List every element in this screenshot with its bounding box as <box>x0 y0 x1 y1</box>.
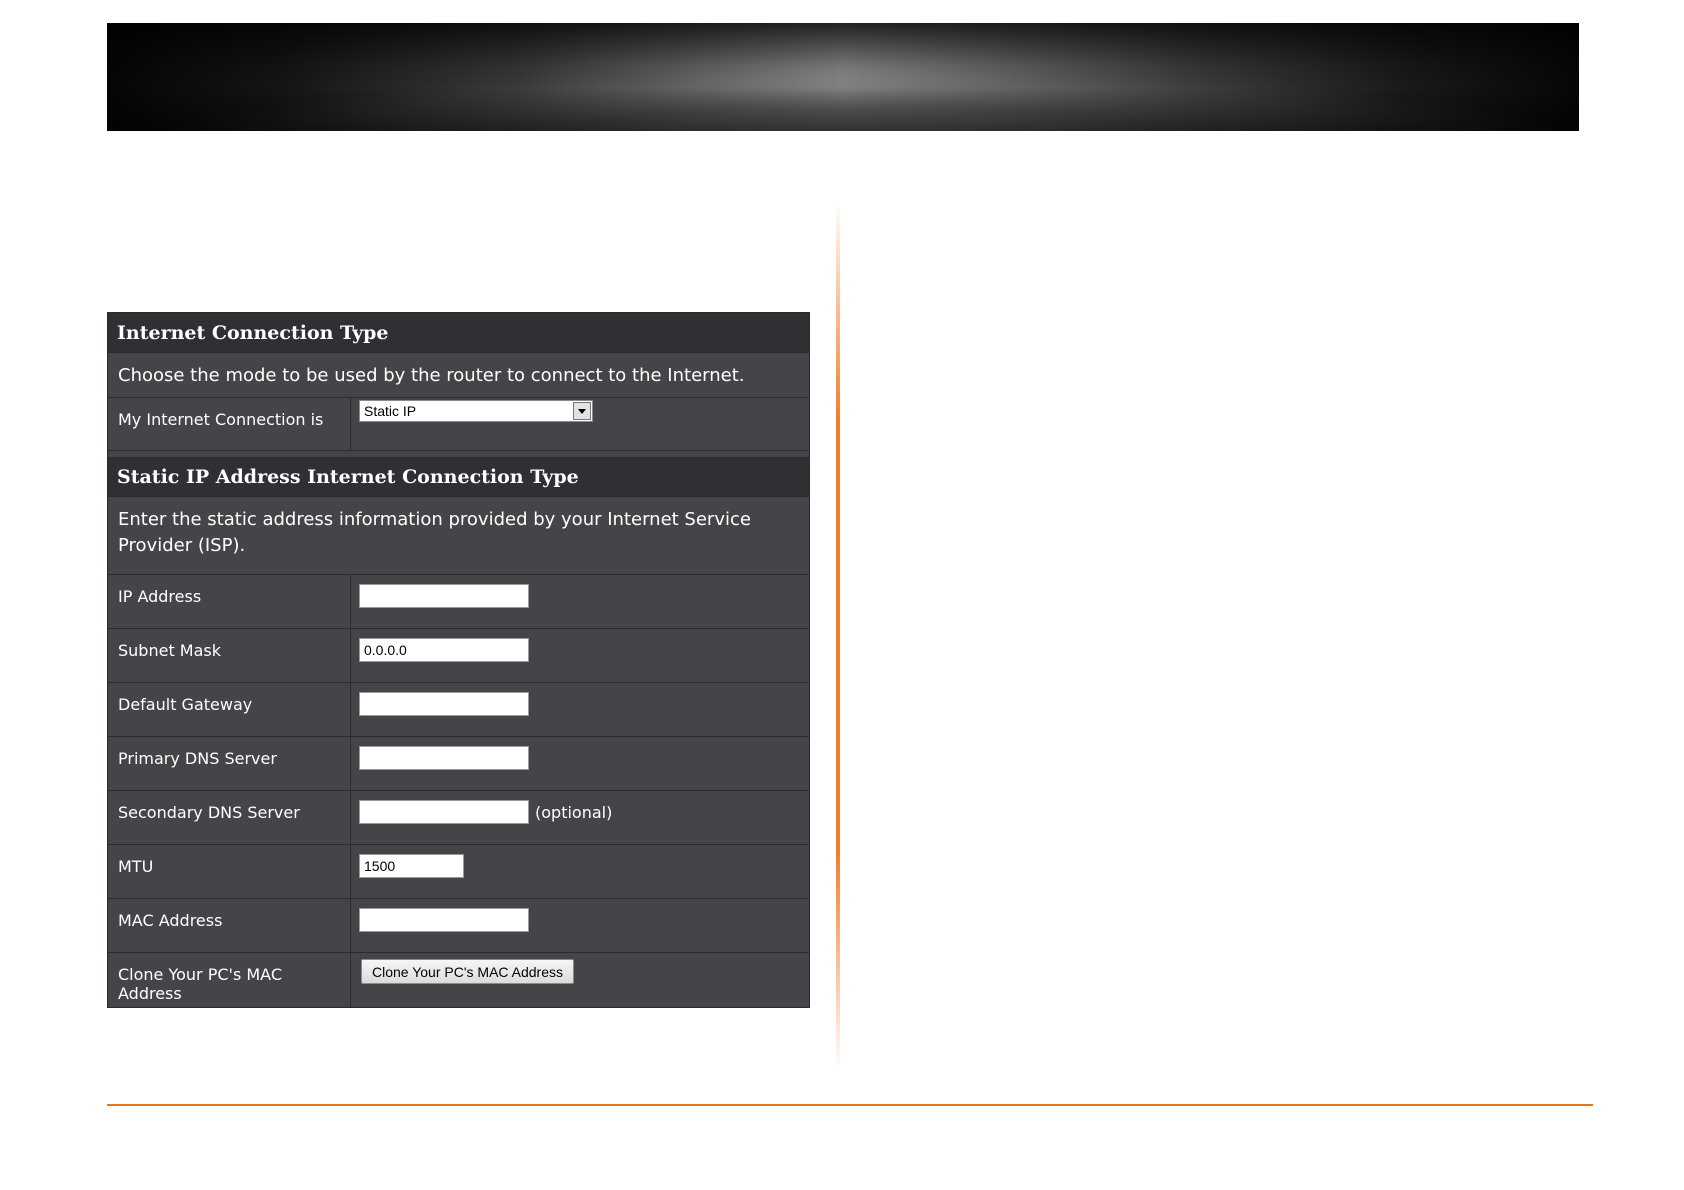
form-row-mtu: MTU <box>108 845 809 899</box>
connection-mode-select[interactable]: Static IP <box>359 400 593 422</box>
column-divider <box>836 200 840 1070</box>
secondary-dns-input[interactable] <box>359 800 529 824</box>
default-gateway-label: Default Gateway <box>108 683 351 736</box>
form-row-secondary-dns: Secondary DNS Server (optional) <box>108 791 809 845</box>
settings-panel: Internet Connection Type Choose the mode… <box>107 312 810 1008</box>
chevron-down-icon[interactable] <box>573 402 591 420</box>
form-row-connection-mode: My Internet Connection is Static IP <box>108 398 809 451</box>
mtu-label: MTU <box>108 845 351 898</box>
section-description-connection-type: Choose the mode to be used by the router… <box>108 353 809 398</box>
footer-rule <box>107 1104 1593 1106</box>
form-row-primary-dns: Primary DNS Server <box>108 737 809 791</box>
form-row-subnet-mask: Subnet Mask <box>108 629 809 683</box>
mtu-input[interactable] <box>359 854 464 878</box>
connection-mode-selected-value: Static IP <box>364 403 417 419</box>
clone-mac-label: Clone Your PC's MAC Address <box>108 953 351 1007</box>
section-heading-connection-type: Internet Connection Type <box>108 313 809 353</box>
secondary-dns-label: Secondary DNS Server <box>108 791 351 844</box>
mac-address-input[interactable] <box>359 908 529 932</box>
subnet-mask-label: Subnet Mask <box>108 629 351 682</box>
section-heading-static-ip: Static IP Address Internet Connection Ty… <box>108 457 809 497</box>
subnet-mask-input[interactable] <box>359 638 529 662</box>
secondary-dns-optional-hint: (optional) <box>535 802 613 822</box>
default-gateway-input[interactable] <box>359 692 529 716</box>
section-description-static-ip: Enter the static address information pro… <box>108 497 809 575</box>
ip-address-label: IP Address <box>108 575 351 628</box>
form-row-clone-mac: Clone Your PC's MAC Address Clone Your P… <box>108 953 809 1007</box>
form-row-mac-address: MAC Address <box>108 899 809 953</box>
mac-address-label: MAC Address <box>108 899 351 952</box>
ip-address-input[interactable] <box>359 584 529 608</box>
form-row-ip-address: IP Address <box>108 575 809 629</box>
primary-dns-label: Primary DNS Server <box>108 737 351 790</box>
header-banner-shade <box>107 23 1579 131</box>
connection-mode-label: My Internet Connection is <box>108 398 351 450</box>
primary-dns-input[interactable] <box>359 746 529 770</box>
clone-mac-button[interactable]: Clone Your PC's MAC Address <box>361 959 574 984</box>
form-row-default-gateway: Default Gateway <box>108 683 809 737</box>
